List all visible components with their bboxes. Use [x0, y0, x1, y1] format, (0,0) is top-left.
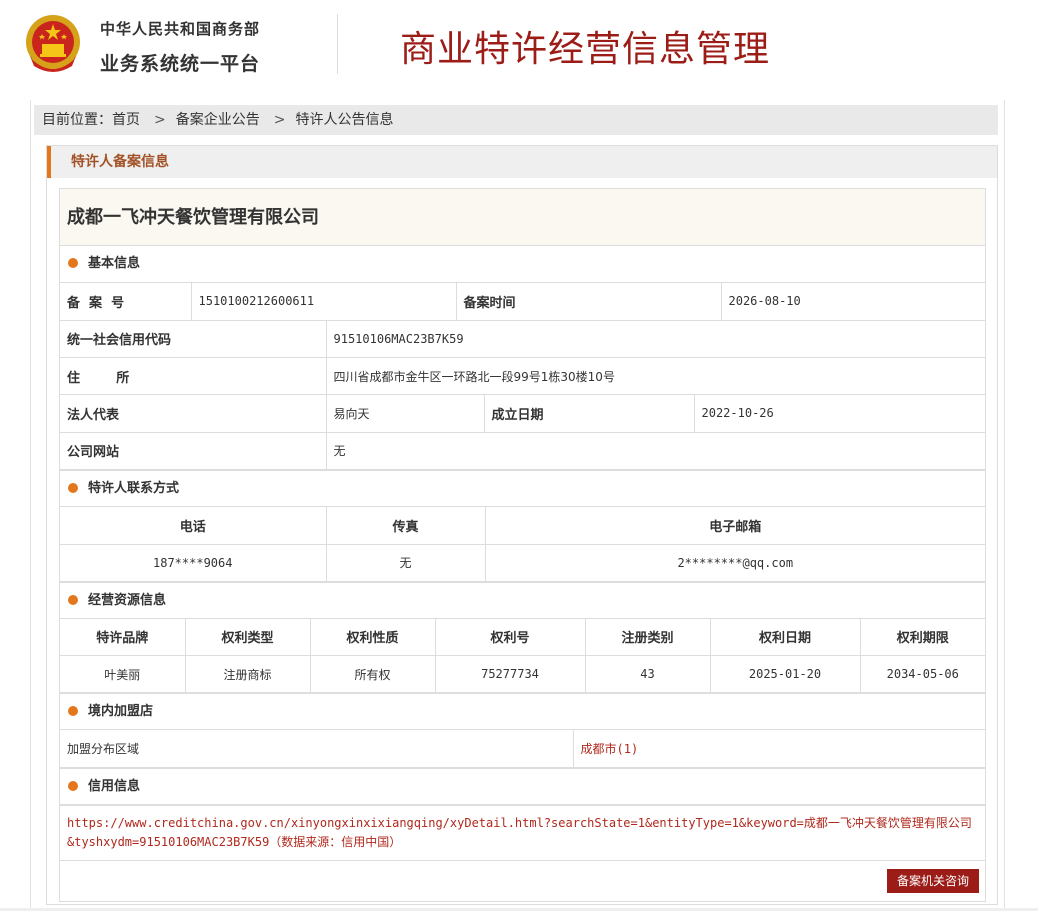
address-label: 住 所 — [60, 357, 327, 395]
query-authority-button[interactable]: 备案机关咨询 — [887, 868, 979, 893]
website-value: 无 — [326, 432, 985, 470]
contact-fax: 无 — [326, 543, 486, 582]
credit-link[interactable]: https://www.creditchina.gov.cn/xinyongxi… — [60, 804, 985, 861]
right-date-cell: 2025-01-20 — [710, 655, 861, 693]
section-title: 境内加盟店 — [88, 704, 154, 719]
company-name: 成都一飞冲天餐饮管理有限公司 — [60, 189, 985, 246]
breadcrumb: 目前位置：首页 > 备案企业公告 > 特许人公告信息 — [34, 105, 998, 135]
bullet-icon — [68, 483, 78, 493]
contact-email: 2********@qq.com — [485, 543, 985, 582]
bullet-icon — [68, 780, 78, 791]
page-header: 中华人民共和国商务部 业务系统统一平台 商业特许经营信息管理 — [0, 0, 1038, 100]
national-emblem-icon — [26, 15, 80, 72]
bullet-icon — [68, 706, 78, 716]
stores-table: 加盟分布区域 成都市(1) — [60, 730, 985, 768]
header-divider — [337, 14, 338, 74]
credit-code-value: 91510106MAC23B7K59 — [326, 320, 985, 358]
legal-rep-value: 易向天 — [326, 395, 485, 433]
established-label: 成立日期 — [484, 395, 695, 433]
section-credit: 信用信息 — [60, 767, 985, 805]
panel-title: 特许人备案信息 — [47, 146, 997, 178]
resources-header: 权利号 — [435, 618, 586, 656]
right-type-cell: 注册商标 — [185, 655, 311, 693]
resources-header: 权利日期 — [710, 618, 861, 656]
brand-cell: 叶美丽 — [60, 655, 186, 693]
action-row: 备案机关咨询 — [60, 861, 985, 901]
resources-header: 特许品牌 — [60, 618, 186, 656]
resources-header: 权利性质 — [310, 618, 436, 656]
address-value: 四川省成都市金牛区一环路北一段99号1栋30楼10号 — [326, 357, 985, 395]
contact-header-fax: 传真 — [326, 507, 486, 545]
website-label: 公司网站 — [60, 432, 327, 470]
breadcrumb-notices[interactable]: 备案企业公告 — [176, 105, 260, 135]
contact-header-phone: 电话 — [60, 507, 327, 545]
record-detail: 成都一飞冲天餐饮管理有限公司 基本信息 备 案 号 15101002126006… — [59, 188, 986, 902]
region-link[interactable]: 成都市(1) — [573, 730, 985, 768]
right-no-cell: 75277734 — [435, 655, 586, 693]
basic-table-3: 法人代表 易向天 成立日期 2022-10-26 — [60, 395, 985, 433]
page-title: 商业特许经营信息管理 — [400, 29, 771, 70]
section-title: 经营资源信息 — [88, 592, 167, 608]
section-stores: 境内加盟店 — [60, 693, 985, 730]
established-value: 2022-10-26 — [694, 395, 985, 433]
basic-table-1: 备 案 号 1510100212600611 备案时间 2026-08-10 — [60, 283, 985, 321]
contact-phone: 187****9064 — [60, 543, 327, 582]
breadcrumb-current: 特许人公告信息 — [295, 112, 394, 128]
resources-header: 权利类型 — [185, 618, 311, 656]
right-term-cell: 2034-05-06 — [860, 655, 985, 693]
record-no-label: 备 案 号 — [60, 283, 192, 321]
breadcrumb-separator: > — [154, 112, 166, 128]
section-contact: 特许人联系方式 — [60, 470, 985, 507]
resources-header: 权利期限 — [860, 618, 985, 656]
resources-table: 特许品牌 权利类型 权利性质 权利号 注册类别 权利日期 权利期限 叶美丽 注册… — [60, 618, 985, 693]
resources-header: 注册类别 — [585, 618, 711, 656]
legal-rep-label: 法人代表 — [60, 395, 327, 433]
section-title: 基本信息 — [88, 256, 141, 271]
breadcrumb-prefix: 目前位置： — [42, 112, 112, 128]
region-label: 加盟分布区域 — [60, 730, 574, 768]
bullet-icon — [68, 594, 78, 605]
basic-table-2: 统一社会信用代码 91510106MAC23B7K59 住 所 四川省成都市金牛… — [60, 320, 985, 395]
basic-table-4: 公司网站 无 — [60, 432, 985, 470]
org-name-line2: 业务系统统一平台 — [100, 53, 261, 75]
record-time-label: 备案时间 — [456, 283, 722, 321]
section-resources: 经营资源信息 — [60, 581, 985, 619]
contact-table: 电话 传真 电子邮箱 187****9064 无 2********@qq.co… — [60, 507, 985, 582]
credit-code-label: 统一社会信用代码 — [60, 320, 327, 358]
franchisor-panel: 特许人备案信息 成都一飞冲天餐饮管理有限公司 基本信息 备 案 号 151010… — [46, 145, 998, 905]
breadcrumb-separator: > — [273, 112, 286, 128]
breadcrumb-home[interactable]: 首页 — [112, 105, 140, 135]
section-title: 特许人联系方式 — [88, 481, 180, 496]
section-title: 信用信息 — [88, 778, 141, 794]
org-name: 中华人民共和国商务部 业务系统统一平台 — [100, 18, 260, 76]
right-nature-cell: 所有权 — [310, 655, 436, 693]
record-no-value: 1510100212600611 — [191, 283, 457, 321]
reg-class-cell: 43 — [585, 655, 711, 693]
contact-header-email: 电子邮箱 — [485, 507, 985, 545]
bullet-icon — [68, 258, 78, 268]
record-time-value: 2026-08-10 — [721, 283, 985, 321]
section-basic-info: 基本信息 — [60, 246, 985, 283]
org-name-line1: 中华人民共和国商务部 — [100, 20, 261, 38]
